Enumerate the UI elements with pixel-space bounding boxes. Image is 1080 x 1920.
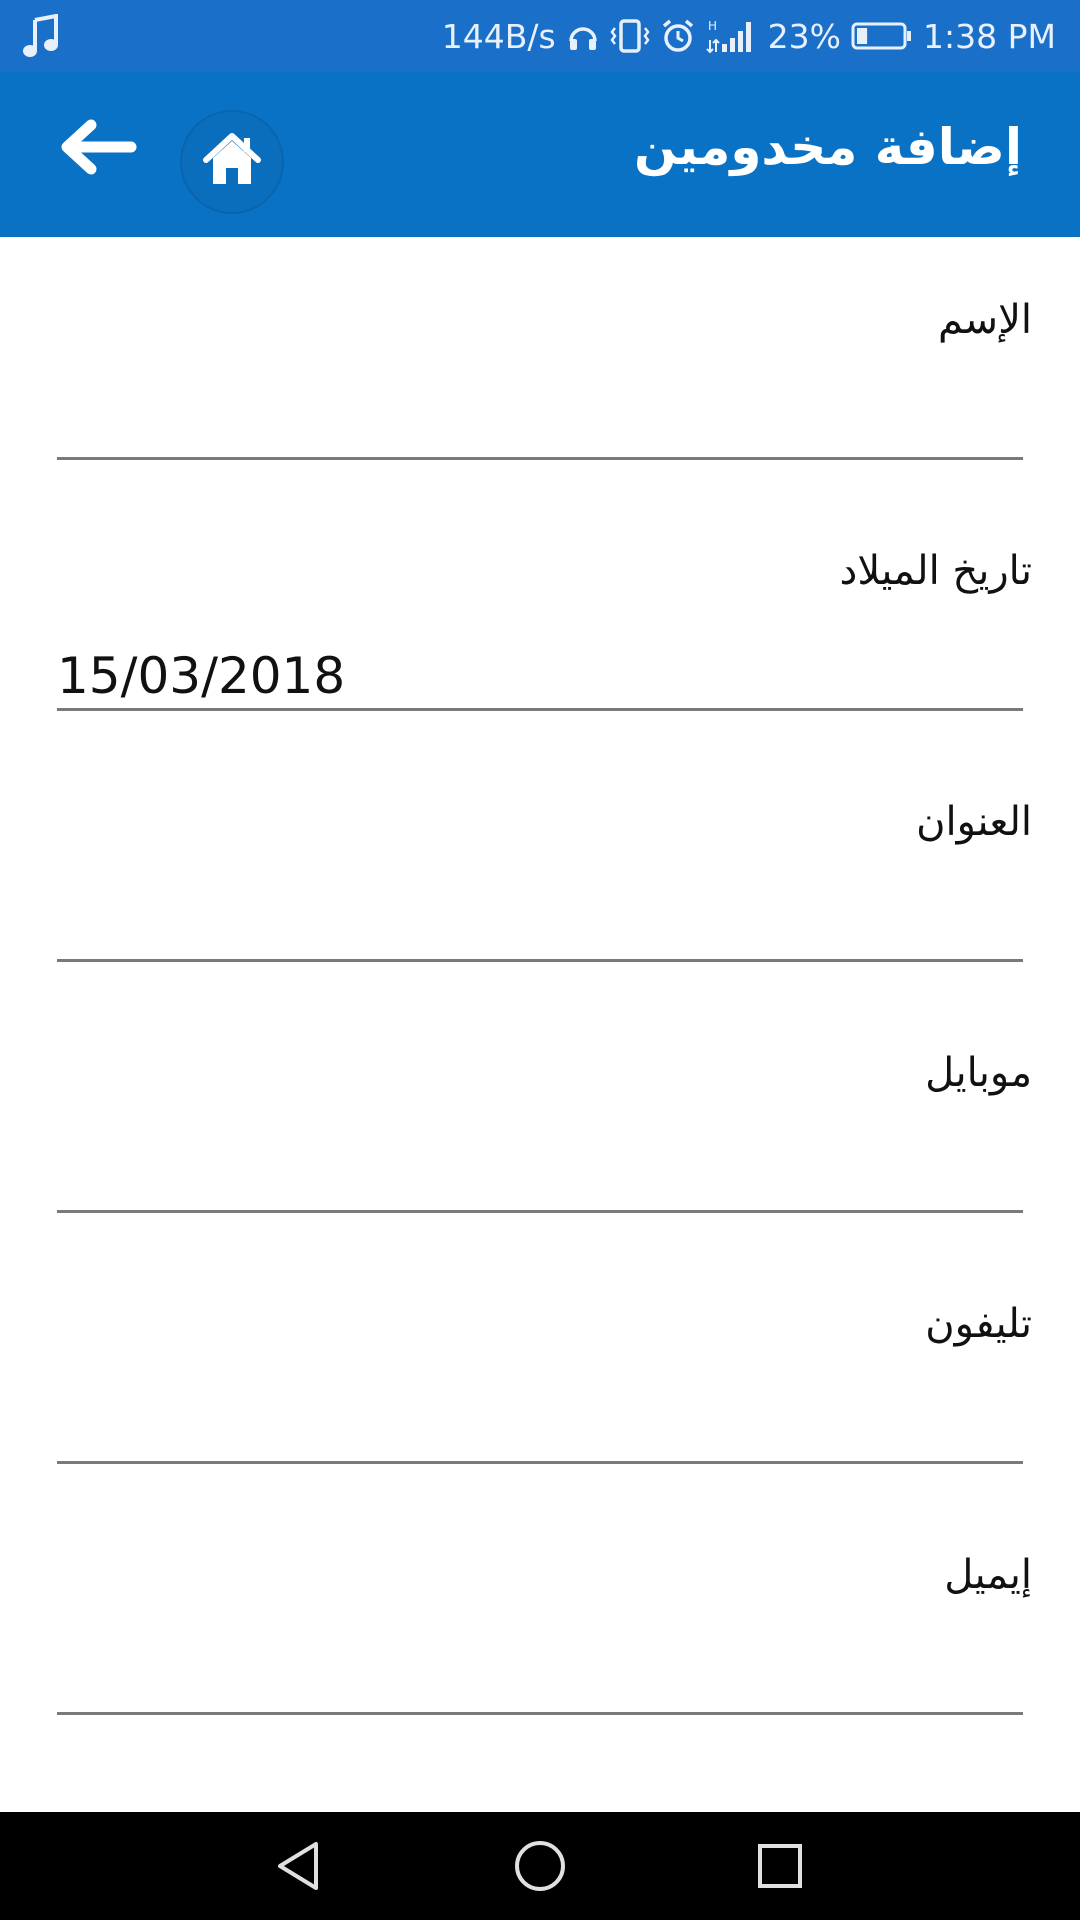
status-indicators: 144B/s H 23% 1:38 PM bbox=[442, 0, 1056, 72]
name-label: الإسم bbox=[937, 297, 1032, 343]
nav-recents-button[interactable] bbox=[740, 1828, 820, 1908]
signal-icon: H bbox=[705, 16, 758, 56]
email-field-group: إيميل bbox=[0, 1492, 1080, 1743]
name-input[interactable] bbox=[57, 392, 1023, 460]
home-button[interactable] bbox=[180, 110, 284, 214]
nav-recents-icon bbox=[752, 1838, 808, 1898]
app-bar: إضافة مخدومين bbox=[0, 72, 1080, 237]
arrow-left-icon bbox=[57, 115, 137, 183]
page-title: إضافة مخدومين bbox=[633, 118, 1022, 176]
nav-back-icon bbox=[272, 1838, 328, 1898]
email-label: إيميل bbox=[944, 1552, 1032, 1598]
nav-home-icon bbox=[512, 1838, 568, 1898]
birthdate-input[interactable] bbox=[57, 643, 1023, 711]
mobile-label: موبايل bbox=[925, 1050, 1032, 1096]
email-input[interactable] bbox=[57, 1647, 1023, 1715]
mobile-input[interactable] bbox=[57, 1145, 1023, 1213]
system-nav-bar bbox=[0, 1812, 1080, 1920]
battery-percent: 23% bbox=[767, 16, 842, 56]
birthdate-field-group: تاريخ الميلاد bbox=[0, 488, 1080, 739]
phone-field-group: تليفون bbox=[0, 1241, 1080, 1492]
name-field-group: الإسم bbox=[0, 237, 1080, 488]
home-icon bbox=[200, 130, 264, 194]
status-bar: 144B/s H 23% 1:38 PM bbox=[0, 0, 1080, 72]
address-label: العنوان bbox=[916, 799, 1032, 845]
nav-home-button[interactable] bbox=[500, 1828, 580, 1908]
svg-text:H: H bbox=[708, 19, 717, 33]
clock: 1:38 PM bbox=[923, 16, 1056, 56]
add-member-form: الإسم تاريخ الميلاد العنوان موبايل تليفو… bbox=[0, 237, 1080, 1812]
alarm-icon bbox=[660, 18, 696, 54]
phone-input[interactable] bbox=[57, 1396, 1023, 1464]
mobile-field-group: موبايل bbox=[0, 990, 1080, 1241]
nav-back-button[interactable] bbox=[260, 1828, 340, 1908]
birthdate-label: تاريخ الميلاد bbox=[839, 548, 1032, 594]
address-field-group: العنوان bbox=[0, 739, 1080, 990]
network-speed: 144B/s bbox=[441, 16, 556, 56]
back-button[interactable] bbox=[52, 114, 142, 184]
address-input[interactable] bbox=[57, 894, 1023, 962]
headphones-icon bbox=[566, 19, 600, 53]
battery-icon bbox=[851, 21, 913, 51]
phone-label: تليفون bbox=[925, 1301, 1032, 1347]
vibrate-icon bbox=[610, 18, 650, 54]
music-note-icon bbox=[22, 13, 62, 60]
